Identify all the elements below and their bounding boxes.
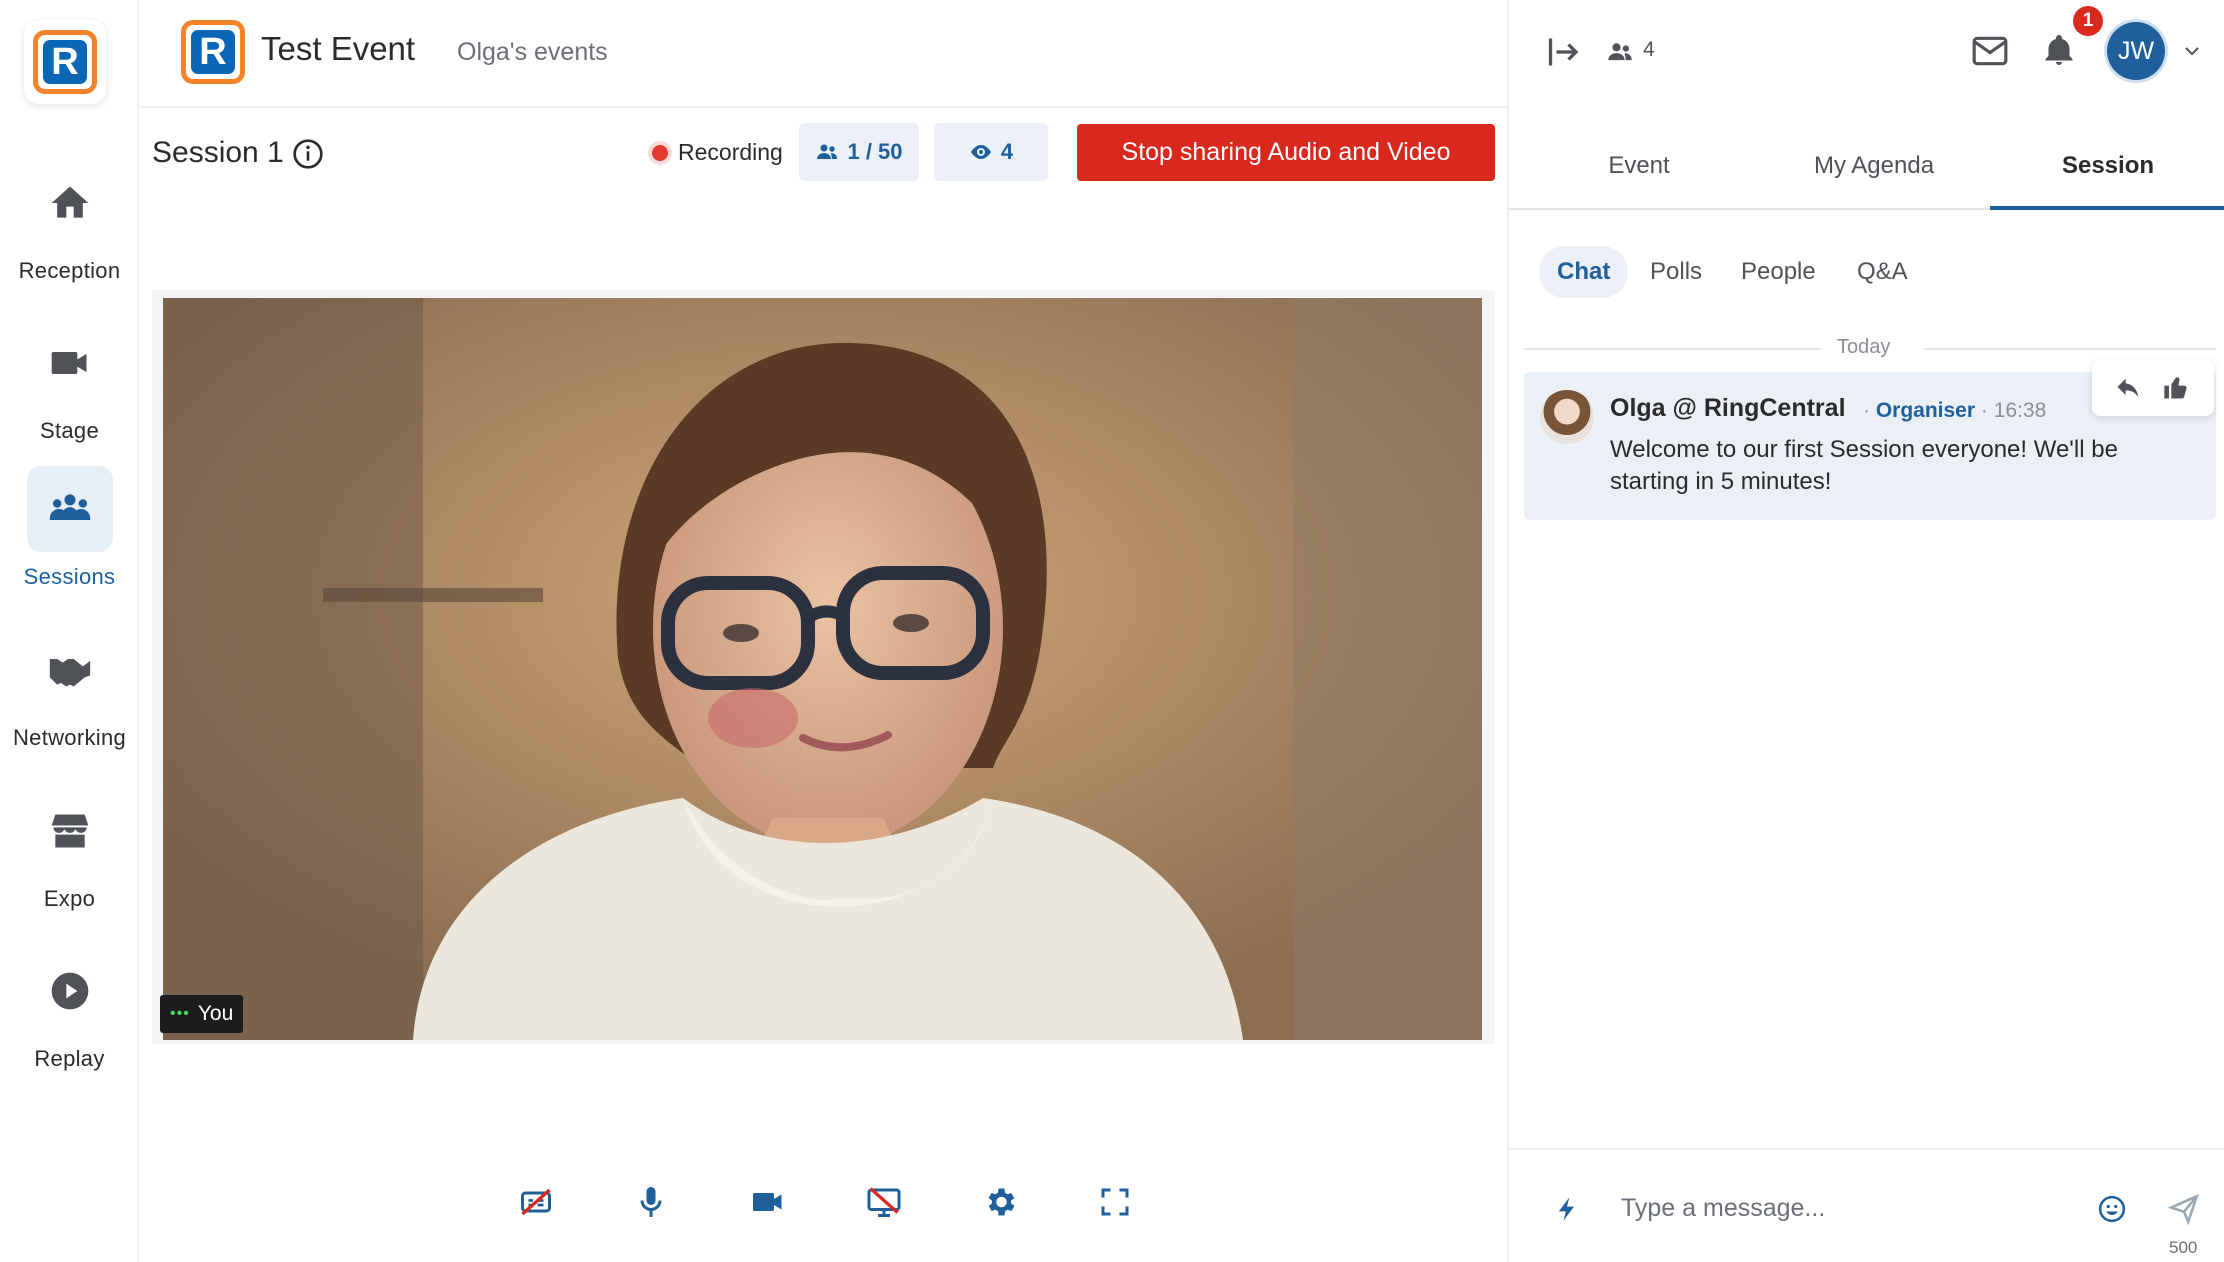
divider-line-left [1524, 348, 1821, 350]
screen-share-off-icon [867, 1187, 901, 1217]
online-attendee-count: 4 [1643, 38, 1655, 61]
character-limit: 500 [2169, 1238, 2198, 1257]
home-icon [27, 160, 113, 246]
notification-badge: 1 [2073, 6, 2103, 36]
message-text: Welcome to our first Session everyone! W… [1610, 436, 2118, 495]
play-circle-icon [27, 948, 113, 1034]
self-label-text: You [197, 1002, 234, 1025]
app-logo[interactable]: R [24, 20, 106, 104]
active-tab-indicator [1990, 206, 2224, 210]
emoji-icon[interactable] [2097, 1194, 2127, 1224]
recording-dot-icon [652, 145, 668, 161]
eye-icon [970, 145, 991, 159]
app-root: R Reception Stage Sessions Networking Ex… [0, 0, 2224, 1262]
event-logo-letter: R [191, 30, 235, 74]
nav-item-reception[interactable]: Reception [0, 160, 139, 284]
message-author-avatar [1540, 390, 1594, 444]
microphone-button[interactable] [629, 1180, 673, 1224]
panel-tabs: Event My Agenda Session [1509, 136, 2224, 210]
nav-label-expo: Expo [43, 886, 96, 911]
subtab-qa[interactable]: Q&A [1857, 246, 1908, 298]
self-video-label: ••• You [160, 995, 244, 1033]
settings-gear-icon [988, 1188, 1015, 1216]
nav-label-stage: Stage [40, 418, 99, 443]
mail-icon[interactable] [1969, 32, 2011, 70]
group-icon [26, 466, 113, 552]
day-divider-label: Today [1837, 336, 1891, 358]
fullscreen-button[interactable] [1093, 1180, 1137, 1224]
people-count-icon [1608, 43, 1632, 61]
collapse-panel-icon[interactable] [1545, 34, 1583, 70]
microphone-icon [640, 1187, 662, 1217]
nav-label-networking: Networking [12, 725, 127, 750]
fullscreen-icon [1101, 1188, 1129, 1216]
handshake-icon [27, 627, 113, 713]
thumbs-up-icon[interactable] [2162, 374, 2190, 402]
nav-item-stage[interactable]: Stage [0, 320, 139, 444]
logo-letter: R [43, 40, 87, 84]
chevron-down-icon[interactable] [2181, 42, 2203, 60]
viewers-pill[interactable]: 4 [934, 123, 1048, 181]
stop-sharing-button[interactable]: Stop sharing Audio and Video [1077, 124, 1495, 181]
settings-button[interactable] [978, 1180, 1022, 1224]
viewers-count: 4 [1000, 139, 1014, 164]
message-time: 16:38 [1993, 399, 2047, 422]
connection-dots-icon: ••• [170, 1005, 190, 1022]
event-logo[interactable]: R [181, 20, 245, 84]
nav-item-sessions[interactable]: Sessions [0, 466, 139, 590]
nav-label-reception: Reception [18, 258, 121, 283]
bell-icon[interactable] [2041, 30, 2077, 70]
nav-label-sessions: Sessions [23, 564, 116, 589]
event-organizer-link[interactable]: Olga's events [457, 38, 608, 67]
info-icon[interactable] [292, 138, 324, 170]
attendees-count: 1 / 50 [847, 139, 903, 164]
subtab-polls[interactable]: Polls [1650, 246, 1702, 298]
attendees-pill[interactable]: 1 / 50 [799, 123, 919, 181]
divider-line-right [1924, 348, 2216, 350]
screen-share-button[interactable] [862, 1180, 906, 1224]
store-icon [27, 788, 113, 874]
captions-off-icon [521, 1188, 551, 1216]
tab-event[interactable]: Event [1594, 152, 1684, 180]
message-input[interactable] [1621, 1190, 2061, 1226]
nav-item-replay[interactable]: Replay [0, 948, 139, 1072]
logo-frame: R [33, 30, 97, 94]
message-role-badge: Organiser [1875, 399, 1976, 422]
camera-button[interactable] [746, 1180, 790, 1224]
subtab-chat[interactable]: Chat [1539, 246, 1629, 298]
recording-label: Recording [678, 139, 783, 165]
session-title: Session 1 [152, 136, 284, 169]
tab-session[interactable]: Session [2049, 152, 2167, 180]
nav-item-networking[interactable]: Networking [0, 627, 139, 751]
right-panel: 4 1 JW Event My Agenda Session Chat Poll… [1507, 0, 2224, 1262]
tab-my-agenda[interactable]: My Agenda [1799, 152, 1949, 180]
event-title: Test Event [261, 30, 416, 67]
reply-icon[interactable] [2114, 374, 2142, 402]
video-camera-icon [27, 320, 113, 406]
self-video-feed [163, 298, 1482, 1040]
chat-composer: 500 [1509, 1148, 2224, 1262]
subtab-people[interactable]: People [1741, 246, 1816, 298]
captions-off-button[interactable] [514, 1180, 558, 1224]
lightning-icon[interactable] [1553, 1192, 1581, 1226]
message-actions [2092, 360, 2214, 416]
people-icon [817, 144, 838, 159]
send-icon[interactable] [2167, 1192, 2201, 1226]
message-author: Olga @ RingCentral [1610, 394, 1846, 422]
message-meta: · Organiser · 16:38 [1863, 399, 2047, 422]
nav-item-expo[interactable]: Expo [0, 788, 139, 912]
left-nav: R Reception Stage Sessions Networking Ex… [0, 0, 139, 1262]
user-avatar[interactable]: JW [2107, 22, 2165, 80]
camera-icon [753, 1193, 782, 1211]
nav-label-replay: Replay [34, 1046, 105, 1071]
video-person-illustration [163, 298, 1482, 1040]
event-header: R Test Event Olga's events [139, 0, 1507, 108]
